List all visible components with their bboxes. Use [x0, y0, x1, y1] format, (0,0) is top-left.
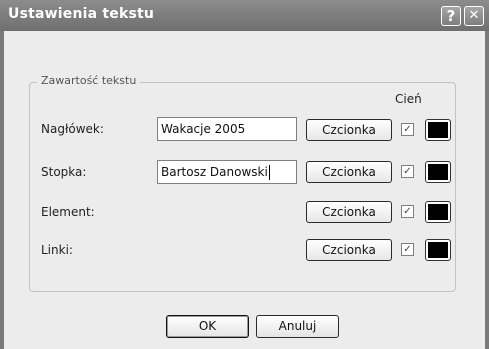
header-text-value: Wakacje 2005	[161, 122, 246, 136]
check-icon: ✓	[403, 244, 412, 255]
help-icon: ?	[446, 7, 456, 25]
text-content-groupbox	[29, 82, 456, 292]
close-icon: ✕	[468, 8, 480, 23]
footer-text-input[interactable]: Bartosz Danowski	[157, 160, 297, 184]
text-caret	[268, 165, 270, 180]
help-button[interactable]: ?	[441, 6, 461, 26]
groupbox-title: Zawartość tekstu	[37, 74, 141, 87]
links-color-button[interactable]	[425, 239, 451, 261]
links-font-button-label: Czcionka	[322, 243, 376, 257]
header-color-button[interactable]	[425, 119, 451, 141]
header-color-swatch	[428, 122, 448, 138]
footer-font-button[interactable]: Czcionka	[306, 161, 392, 183]
header-shadow-checkbox[interactable]: ✓	[401, 123, 414, 136]
ok-button[interactable]: OK	[166, 315, 249, 338]
check-icon: ✓	[403, 206, 412, 217]
shadow-column-header: Cień	[395, 92, 422, 106]
element-color-swatch	[428, 204, 448, 220]
cancel-button[interactable]: Anuluj	[256, 315, 339, 338]
check-icon: ✓	[403, 124, 412, 135]
close-button[interactable]: ✕	[464, 6, 484, 26]
footer-font-button-label: Czcionka	[322, 165, 376, 179]
header-text-input[interactable]: Wakacje 2005	[157, 117, 297, 141]
footer-text-value: Bartosz Danowski	[161, 165, 268, 179]
header-font-button[interactable]: Czcionka	[306, 119, 392, 141]
links-font-button[interactable]: Czcionka	[306, 239, 392, 261]
footer-label: Stopka:	[41, 165, 87, 179]
element-font-button[interactable]: Czcionka	[306, 201, 392, 223]
title-bar[interactable]: Ustawienia tekstu ? ✕	[0, 0, 489, 31]
dialog-title: Ustawienia tekstu	[8, 6, 155, 22]
element-shadow-checkbox[interactable]: ✓	[401, 205, 414, 218]
links-shadow-checkbox[interactable]: ✓	[401, 243, 414, 256]
element-label: Element:	[41, 205, 95, 219]
footer-color-swatch	[428, 164, 448, 180]
footer-shadow-checkbox[interactable]: ✓	[401, 165, 414, 178]
links-label: Linki:	[41, 243, 73, 257]
footer-color-button[interactable]	[425, 161, 451, 183]
cancel-button-label: Anuluj	[278, 319, 317, 333]
ok-button-label: OK	[198, 319, 217, 333]
header-font-button-label: Czcionka	[322, 123, 376, 137]
element-color-button[interactable]	[425, 201, 451, 223]
check-icon: ✓	[403, 166, 412, 177]
header-label: Nagłówek:	[41, 122, 104, 136]
element-font-button-label: Czcionka	[322, 205, 376, 219]
links-color-swatch	[428, 242, 448, 258]
